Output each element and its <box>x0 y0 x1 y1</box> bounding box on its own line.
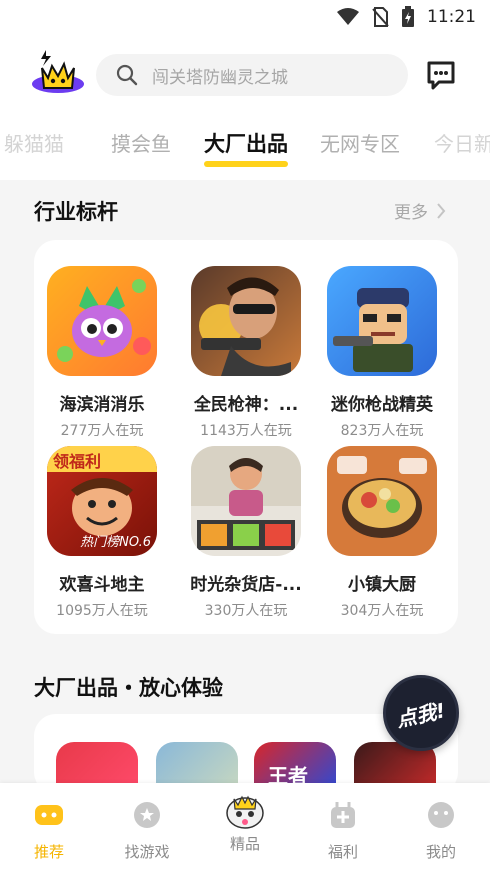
wifi-icon <box>337 8 359 25</box>
game-icon-grocery <box>191 446 301 556</box>
game-item[interactable]: 领福利 热门榜NO.6 欢喜斗地主 1095万人在玩 <box>34 446 170 620</box>
message-icon[interactable] <box>426 60 456 90</box>
search-bar[interactable]: 闯关塔防幽灵之城 <box>96 54 408 96</box>
search-icon <box>116 64 138 86</box>
nav-premium[interactable]: 精品 <box>205 789 285 854</box>
tab-2[interactable]: 大厂出品 <box>204 128 288 167</box>
icon-badge-bottom: 热门榜NO.6 <box>80 535 151 550</box>
nav-label: 福利 <box>327 843 358 861</box>
section-title: 行业标杆 <box>34 200 118 224</box>
more-label: 更多 <box>394 203 428 223</box>
mascot-icon <box>226 795 264 829</box>
tab-0[interactable]: 躲猫猫 <box>4 128 64 157</box>
chevron-right-icon <box>437 202 446 219</box>
game-icon-owl <box>47 266 157 376</box>
tab-3[interactable]: 无网专区 <box>320 128 400 157</box>
status-time: 11:21 <box>427 7 476 27</box>
float-action-button[interactable]: 点我! <box>383 675 459 751</box>
game-name: 全民枪神：... <box>193 395 299 415</box>
game-players: 330万人在玩 <box>204 603 288 619</box>
section-title: 大厂出品・放心体验 <box>34 676 223 700</box>
no-sim-icon <box>372 7 389 27</box>
game-item[interactable]: 全民枪神：... 1143万人在玩 <box>178 266 314 440</box>
game-grid-card: 海滨消消乐 277万人在玩 全民枪神：... 1143万人在玩 迷你枪战精英 8… <box>34 240 458 634</box>
nav-recommend[interactable]: 推荐 <box>9 801 89 862</box>
float-button-label: 点我! <box>394 697 448 732</box>
game-name: 小镇大厨 <box>348 575 416 595</box>
nav-mine[interactable]: 我的 <box>401 801 481 862</box>
search-placeholder: 闯关塔防幽灵之城 <box>152 67 288 88</box>
profile-face-icon <box>428 802 454 828</box>
game-name: 时光杂货店-... <box>190 575 302 595</box>
tab-1[interactable]: 摸会鱼 <box>111 128 171 157</box>
game-item[interactable]: 海滨消消乐 277万人在玩 <box>34 266 170 440</box>
more-link[interactable]: 更多 <box>394 198 446 223</box>
game-players: 277万人在玩 <box>60 423 144 439</box>
app-logo-icon[interactable] <box>30 48 86 100</box>
game-controller-icon <box>35 805 63 825</box>
nav-label: 精品 <box>229 835 260 853</box>
nav-label: 找游戏 <box>124 843 170 861</box>
game-players: 1095万人在玩 <box>56 603 148 619</box>
game-icon-gunner <box>191 266 301 376</box>
bottom-nav: 推荐 找游戏 精品 福利 我的 <box>0 783 490 872</box>
tab-4[interactable]: 今日新 <box>434 128 490 157</box>
game-item[interactable]: 迷你枪战精英 823万人在玩 <box>314 266 450 440</box>
game-item[interactable]: 时光杂货店-... 330万人在玩 <box>178 446 314 620</box>
gift-bag-icon <box>331 802 355 828</box>
game-players: 1143万人在玩 <box>200 423 292 439</box>
game-item[interactable]: 小镇大厨 304万人在玩 <box>314 446 450 620</box>
icon-badge-top: 领福利 <box>53 452 102 471</box>
game-players: 823万人在玩 <box>340 423 424 439</box>
status-bar: 11:21 <box>0 0 490 34</box>
header: 闯关塔防幽灵之城 躲猫猫 摸会鱼 大厂出品 无网专区 今日新 <box>0 34 490 180</box>
game-icon-mini-soldier <box>327 266 437 376</box>
battery-charging-icon <box>402 6 414 27</box>
nav-find-games[interactable]: 找游戏 <box>107 801 187 862</box>
game-icon-landlord: 领福利 热门榜NO.6 <box>47 446 157 556</box>
nav-label: 推荐 <box>33 843 64 861</box>
game-name: 迷你枪战精英 <box>331 395 433 415</box>
nav-welfare[interactable]: 福利 <box>303 801 383 862</box>
category-tabs: 躲猫猫 摸会鱼 大厂出品 无网专区 今日新 <box>0 128 490 172</box>
nav-label: 我的 <box>425 843 456 861</box>
game-players: 304万人在玩 <box>340 603 424 619</box>
game-icon-chef <box>327 446 437 556</box>
game-name: 欢喜斗地主 <box>59 575 145 595</box>
search-games-icon <box>134 802 160 828</box>
game-name: 海滨消消乐 <box>59 395 145 415</box>
